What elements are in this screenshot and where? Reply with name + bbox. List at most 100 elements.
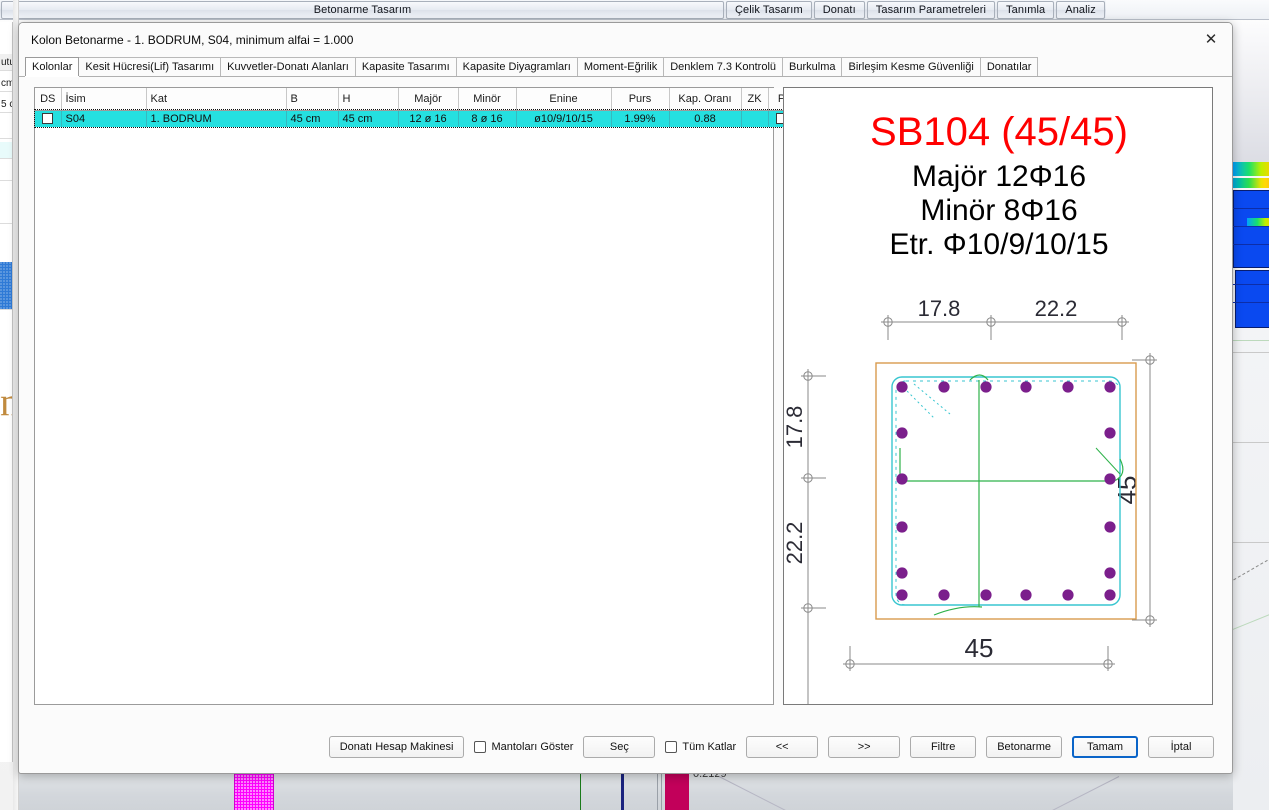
tab-strip: Kolonlar Kesit Hücresi(Lif) Tasarımı Kuvve… — [19, 57, 1232, 77]
model-wire-4 — [1233, 284, 1269, 285]
checkbox-mantolari-goster[interactable]: Mantoları Göster — [474, 741, 573, 753]
column-header-zk[interactable]: ZK — [741, 88, 769, 111]
rebar-left-1 — [896, 473, 908, 485]
rebar-bottom-2 — [980, 589, 992, 601]
bg-left-fragment-1: cm — [0, 75, 12, 92]
tab-moment-e-rilik[interactable]: Moment-Eğrilik — [576, 57, 665, 76]
close-icon[interactable]: ✕ — [1196, 26, 1226, 52]
model-ground-line-1 — [1233, 352, 1269, 353]
sec-button[interactable]: Seç — [583, 736, 656, 758]
outer-stirrup — [891, 376, 1121, 606]
checkbox-label-mantolari-goster: Mantoları Göster — [491, 741, 574, 753]
concrete-outline — [875, 362, 1137, 620]
cell-kap[interactable]: 0.88 — [669, 110, 742, 127]
menu-button-tasar-m-parametreleri[interactable]: Tasarım Parametreleri — [866, 1, 996, 19]
checkbox-label-tum-katlar: Tüm Katlar — [682, 741, 737, 753]
model-wire-3 — [1233, 244, 1269, 245]
column-header-enine[interactable]: Enine — [516, 88, 612, 111]
column-header-major[interactable]: Majör — [398, 88, 459, 111]
tab-kolonlar[interactable]: Kolonlar — [25, 57, 80, 76]
next-button[interactable]: >> — [828, 736, 901, 758]
rebar-top-3 — [1020, 381, 1032, 393]
column-header-h[interactable]: H — [338, 88, 399, 111]
filtre-button[interactable]: Filtre — [910, 736, 977, 758]
menubar-filler — [1105, 0, 1269, 19]
menu-button-analiz[interactable]: Analiz — [1056, 1, 1105, 19]
bg-crimson-block — [665, 772, 689, 810]
column-header-ds[interactable]: DS — [35, 88, 62, 111]
rebar-bottom-5 — [1104, 589, 1116, 601]
model-axis-line — [1233, 552, 1269, 583]
checkbox-tum-katlar[interactable]: Tüm Katlar — [665, 741, 736, 753]
tamam-button[interactable]: Tamam — [1072, 736, 1138, 758]
row-checkbox-ds[interactable] — [42, 113, 54, 125]
tab-kapasite-diyagramlar-[interactable]: Kapasite Diyagramları — [455, 57, 578, 76]
model-wire-5 — [1233, 302, 1269, 303]
checkbox-box-tum-katlar[interactable] — [665, 741, 678, 753]
prev-button[interactable]: << — [746, 736, 819, 758]
bg-left-row-empty-2 — [0, 142, 12, 159]
model-wire-2 — [1233, 226, 1269, 227]
column-header-isim[interactable]: İsim — [61, 88, 147, 111]
bg-left-fragment-0: utu — [0, 54, 12, 71]
rebar-top-4 — [1062, 381, 1074, 393]
dimension-label-left-up: 17.8 — [784, 406, 807, 449]
column-header-kat[interactable]: Kat — [146, 88, 287, 111]
column-header-kap[interactable]: Kap. Oranı — [669, 88, 742, 111]
tab-kuvvetler-donat-alanlar-[interactable]: Kuvvetler-Donatı Alanları — [220, 57, 356, 76]
tab-kapasite-tasar-m-[interactable]: Kapasite Tasarımı — [354, 57, 457, 76]
cell-enine[interactable]: ø10/9/10/15 — [516, 110, 612, 127]
dimension-label-top-left: 17.8 — [918, 296, 961, 321]
column-header-minor[interactable]: Minör — [458, 88, 517, 111]
bg-left-glyph: n — [0, 378, 12, 425]
column-header-purs[interactable]: Purs — [611, 88, 670, 111]
menu-button-tan-mla[interactable]: Tanımla — [997, 1, 1055, 19]
menu-button-donat-[interactable]: Donatı — [813, 1, 865, 19]
columns-grid-pane: DS İsim Kat B H Majör Minör Enine Purs Kap. Oranı… — [34, 87, 796, 705]
rebar-bottom-4 — [1062, 589, 1074, 601]
cell-purs[interactable]: 1.99% — [611, 110, 670, 127]
menu-button--elik-tasar-m[interactable]: Çelik Tasarım — [726, 1, 812, 19]
background-bottom-strip: 0.2129 — [19, 772, 1233, 810]
menu-button-betonarme-tasar-m[interactable]: Betonarme Tasarım — [1, 1, 724, 19]
kolon-betonarme-dialog: Kolon Betonarme - 1. BODRUM, S04, minimu… — [18, 22, 1233, 774]
model-ground-line-3 — [1233, 542, 1269, 543]
rebar-right-3 — [1104, 567, 1116, 579]
rebar-bottom-1 — [938, 589, 950, 601]
dimension-label-top-right: 22.2 — [1035, 296, 1078, 321]
tab-kesit-h-cresi-lif-tasar-m-[interactable]: Kesit Hücresi(Lif) Tasarımı — [78, 57, 222, 76]
cell-b[interactable]: 45 cm — [286, 110, 339, 127]
bg-left-selected-row — [0, 262, 12, 310]
table-row[interactable]: S04 1. BODRUM 45 cm 45 cm 12 ø 16 8 ø 16 ø10/9… — [34, 109, 796, 128]
section-drawing-pane[interactable]: SB104 (45/45) Majör 12Φ16 Minör 8Φ16 Etr… — [783, 87, 1213, 705]
donati-hesap-makinesi-button[interactable]: Donatı Hesap Makinesi — [328, 736, 465, 758]
iptal-button[interactable]: İptal — [1148, 736, 1214, 758]
tab-birle-im-kesme-g-venli-i[interactable]: Birleşim Kesme Güvenliği — [841, 57, 981, 76]
cell-major[interactable]: 12 ø 16 — [398, 110, 459, 127]
bg-diag-line-1 — [718, 776, 889, 810]
tab-denklem-7-3-kontrol-[interactable]: Denklem 7.3 Kontrolü — [663, 57, 784, 76]
cell-isim[interactable]: S04 — [61, 110, 147, 127]
rebar-top-5 — [1104, 381, 1116, 393]
bg-left-row-empty-3 — [0, 164, 12, 181]
betonarme-button[interactable]: Betonarme — [986, 736, 1062, 758]
bg-green-line — [580, 772, 581, 810]
cell-kat[interactable]: 1. BODRUM — [146, 110, 287, 127]
main-menubar: Betonarme Tasarım Çelik Tasarım Donatı Tasa… — [0, 0, 1269, 20]
model-contour-band-3 — [1247, 218, 1269, 226]
bg-blue-line — [621, 772, 624, 810]
tab-burkulma[interactable]: Burkulma — [782, 57, 843, 76]
cell-h[interactable]: 45 cm — [338, 110, 399, 127]
model-grid-line-1 — [1233, 340, 1269, 341]
checkbox-box-mantolari-goster[interactable] — [474, 741, 487, 753]
cell-zk[interactable] — [741, 110, 769, 127]
background-left-panel: utu cm 5 c n — [0, 22, 13, 762]
model-wall-2 — [1235, 270, 1269, 328]
dimension-label-left-lo: 22.2 — [784, 522, 807, 565]
table-header-row: DS İsim Kat B H Majör Minör Enine Purs Kap. Oranı… — [35, 88, 796, 111]
column-header-b[interactable]: B — [286, 88, 339, 111]
tab-donat-lar[interactable]: Donatılar — [979, 57, 1039, 76]
cell-minor[interactable]: 8 ø 16 — [458, 110, 517, 127]
cell-ds[interactable] — [35, 110, 62, 127]
rebar-left-0 — [896, 427, 908, 439]
